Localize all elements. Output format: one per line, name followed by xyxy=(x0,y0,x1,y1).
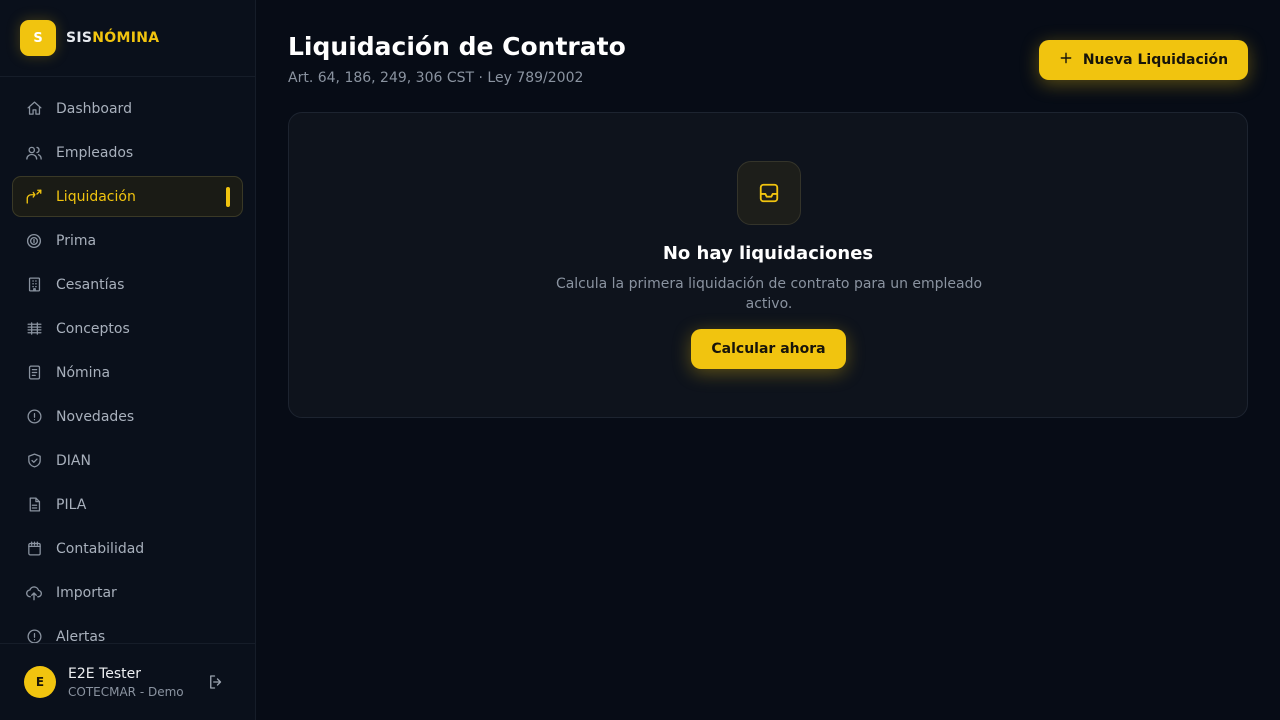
user-name: E2E Tester xyxy=(68,665,141,682)
sidebar-item-dian[interactable]: DIAN xyxy=(12,440,243,481)
new-liquidation-label: Nueva Liquidación xyxy=(1082,52,1229,68)
sidebar-item-label: DIAN xyxy=(56,452,91,469)
page-title: Liquidación de Contrato xyxy=(288,32,626,61)
empty-state-card: No hay liquidaciones Calcula la primera … xyxy=(288,112,1248,418)
sidebar-nav: Dashboard Empleados Liquidación Prima Ce… xyxy=(12,88,243,644)
sidebar-item-label: Cesantías xyxy=(56,276,125,293)
handshake-icon xyxy=(25,188,43,206)
sidebar-item-empleados[interactable]: Empleados xyxy=(12,132,243,173)
sidebar-item-label: Empleados xyxy=(56,144,134,161)
empty-state-description: Calcula la primera liquidación de contra… xyxy=(555,276,983,312)
brand[interactable]: S SISNÓMINA xyxy=(0,0,255,77)
sidebar-item-dashboard[interactable]: Dashboard xyxy=(12,88,243,129)
active-indicator xyxy=(226,187,230,207)
brand-logo: S xyxy=(20,20,56,56)
calculate-now-button[interactable]: Calcular ahora xyxy=(691,329,846,369)
brand-name: SISNÓMINA xyxy=(66,30,159,46)
sidebar: S SISNÓMINA Dashboard Empleados Liquidac… xyxy=(0,0,256,720)
page-subtitle: Art. 64, 186, 249, 306 CST · Ley 789/200… xyxy=(288,70,584,86)
plus-icon xyxy=(1059,51,1073,69)
file-icon xyxy=(25,496,43,514)
alert-circle-icon xyxy=(25,408,43,426)
sidebar-item-prima[interactable]: Prima xyxy=(12,220,243,261)
sidebar-item-label: Importar xyxy=(56,584,117,601)
main-content: Liquidación de Contrato Art. 64, 186, 24… xyxy=(256,0,1280,720)
sidebar-item-novedades[interactable]: Novedades xyxy=(12,396,243,437)
building-icon xyxy=(25,276,43,294)
sidebar-item-label: Liquidación xyxy=(56,188,136,205)
sidebar-item-label: Contabilidad xyxy=(56,540,145,557)
sidebar-item-label: Nómina xyxy=(56,364,111,381)
inbox-icon xyxy=(737,161,801,225)
brand-name-part2: NÓMINA xyxy=(92,30,160,46)
empty-state-title: No hay liquidaciones xyxy=(662,243,874,264)
home-icon xyxy=(25,100,43,118)
sidebar-item-pila[interactable]: PILA xyxy=(12,484,243,525)
sidebar-item-contabilidad[interactable]: Contabilidad xyxy=(12,528,243,569)
sidebar-item-liquidacion[interactable]: Liquidación xyxy=(12,176,243,217)
sidebar-item-label: Novedades xyxy=(56,408,135,425)
sidebar-item-label: Conceptos xyxy=(56,320,130,337)
calendar-icon xyxy=(25,540,43,558)
user-panel: E E2E Tester COTECMAR - Demo xyxy=(0,643,255,720)
shield-check-icon xyxy=(25,452,43,470)
alert-icon xyxy=(25,628,43,645)
receipt-icon xyxy=(25,364,43,382)
table-icon xyxy=(25,320,43,338)
sidebar-item-alertas[interactable]: Alertas xyxy=(12,616,243,644)
sidebar-item-label: Prima xyxy=(56,232,97,249)
user-info: E2E Tester COTECMAR - Demo xyxy=(68,666,184,699)
sidebar-item-nomina[interactable]: Nómina xyxy=(12,352,243,393)
brand-name-part1: SIS xyxy=(66,30,93,46)
new-liquidation-button[interactable]: Nueva Liquidación xyxy=(1039,40,1248,80)
sidebar-item-cesantias[interactable]: Cesantías xyxy=(12,264,243,305)
sidebar-item-label: Dashboard xyxy=(56,100,132,117)
avatar[interactable]: E xyxy=(24,666,56,698)
logout-icon[interactable] xyxy=(207,673,225,695)
sidebar-item-conceptos[interactable]: Conceptos xyxy=(12,308,243,349)
upload-cloud-icon xyxy=(25,584,43,602)
sidebar-item-label: PILA xyxy=(56,496,87,513)
sidebar-item-importar[interactable]: Importar xyxy=(12,572,243,613)
sidebar-item-label: Alertas xyxy=(56,628,106,645)
users-icon xyxy=(25,144,43,162)
user-org: COTECMAR - Demo xyxy=(68,684,184,699)
badge-icon xyxy=(25,232,43,250)
